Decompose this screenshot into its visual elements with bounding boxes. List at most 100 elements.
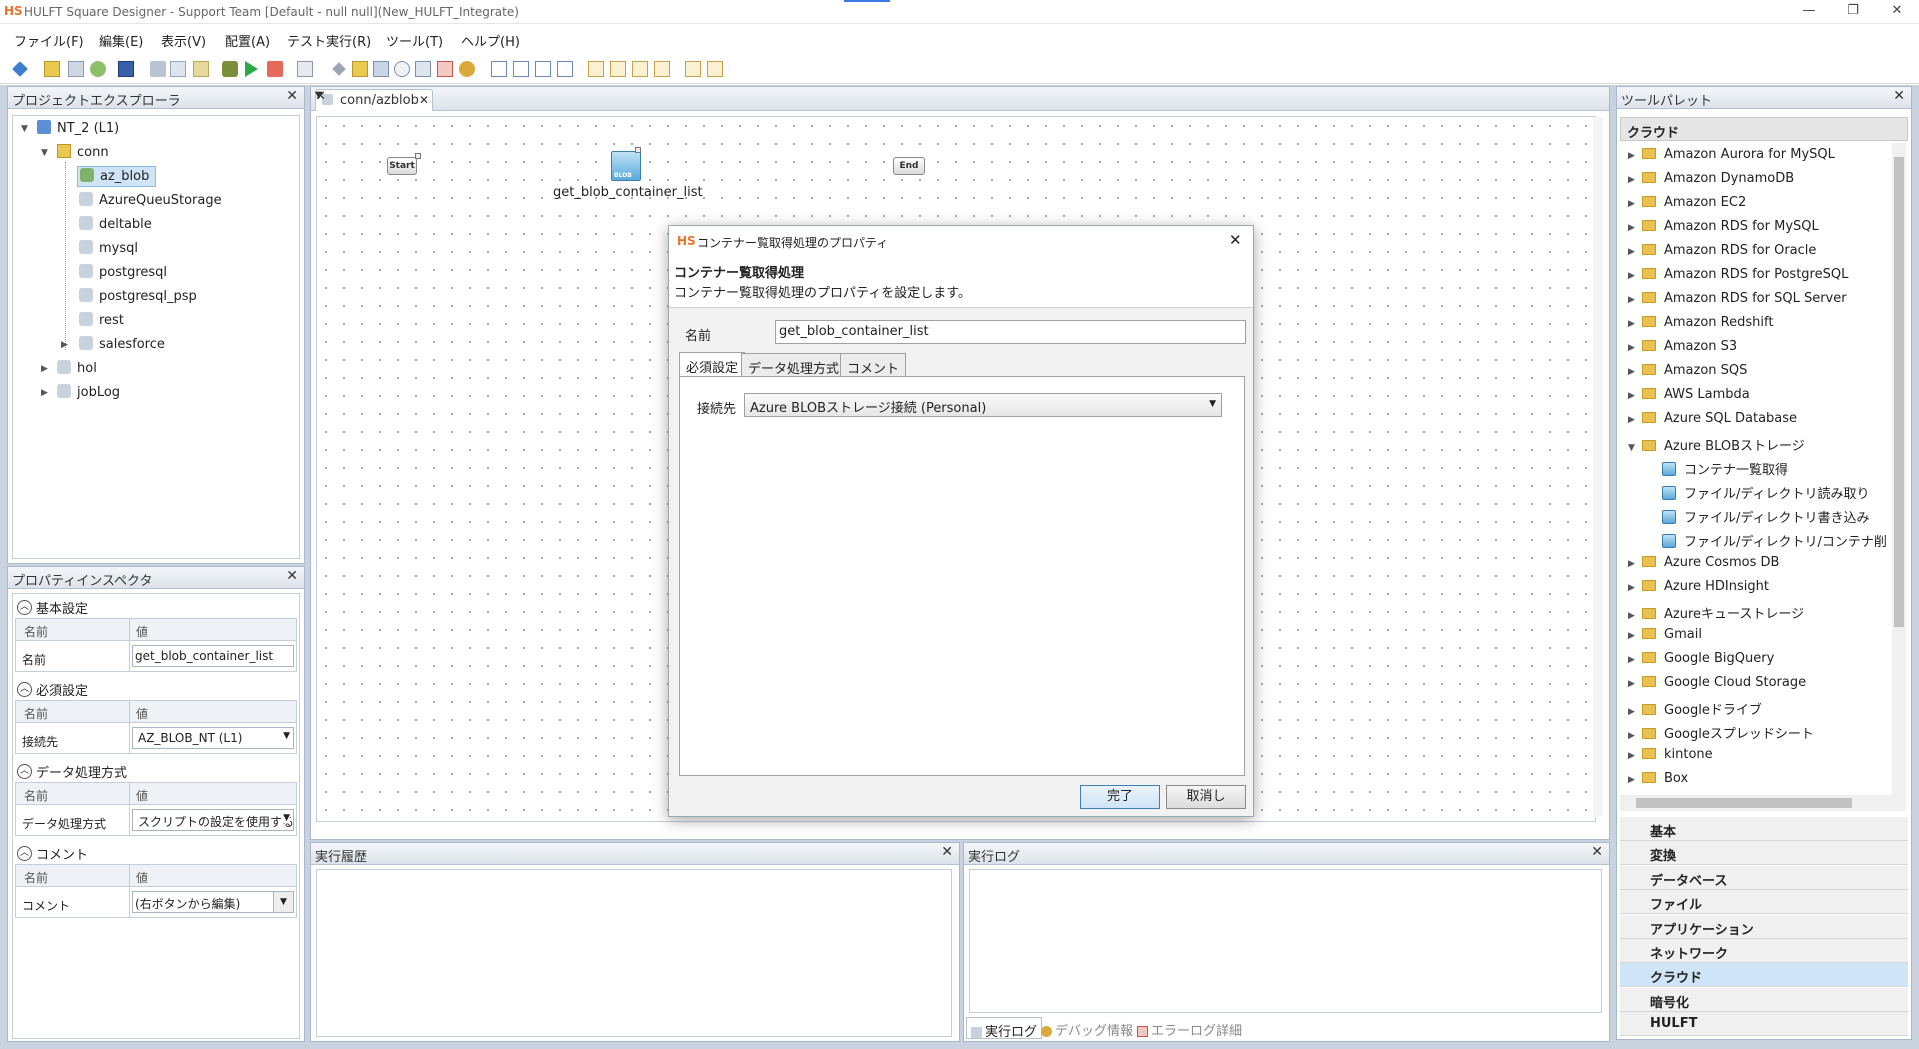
grid-icon[interactable] [297, 61, 313, 77]
palette-folder-item[interactable]: ▶ Amazon S3 [1620, 339, 1737, 354]
open-folder-icon[interactable] [352, 61, 368, 77]
palette-category[interactable]: データベース [1620, 865, 1908, 890]
log-tab-error[interactable]: エラーログ詳細 [1133, 1017, 1246, 1039]
cut-icon[interactable] [150, 61, 166, 77]
prop-connection-select[interactable]: AZ_BLOB_NT (L1) ▼ [132, 727, 294, 749]
tree-root-item[interactable]: NT_2 (L1) [37, 120, 119, 136]
debug-icon[interactable] [222, 61, 238, 77]
tree-item-salesforce[interactable]: salesforce [79, 336, 165, 352]
prop-comment-field[interactable]: (右ボタンから編集) ▼ [132, 891, 294, 913]
collapse-arrow-icon[interactable]: ▶ [1620, 151, 1642, 161]
connection-select[interactable]: Azure BLOBストレージ接続 (Personal) ▼ [744, 393, 1222, 417]
project-explorer-close-icon[interactable]: ✕ [286, 88, 298, 104]
palette-folder-item[interactable]: ▶ Amazon EC2 [1620, 195, 1746, 210]
log-tab-debug[interactable]: デバッグ情報 [1037, 1017, 1137, 1039]
collapse-arrow-icon[interactable]: ▶ [1620, 415, 1642, 425]
align-left-icon[interactable] [491, 61, 507, 77]
dialog-close-icon[interactable]: ✕ [1229, 231, 1242, 249]
tree-item-deltable[interactable]: deltable [79, 216, 152, 232]
collapse-arrow-icon[interactable]: ▶ [1620, 559, 1642, 569]
expand-arrow-icon[interactable]: ▼ [41, 148, 48, 158]
collapse-arrow-icon[interactable]: ▶ [1620, 707, 1642, 717]
palette-category[interactable]: 暗号化 [1620, 987, 1908, 1012]
blob-component-icon[interactable]: BLOB [611, 151, 641, 181]
palette-category[interactable]: ファイル [1620, 890, 1908, 915]
align-center-icon[interactable] [513, 61, 529, 77]
collapse-arrow-icon[interactable]: ▶ [1620, 295, 1642, 305]
collapse-arrow-icon[interactable]: ▶ [1620, 751, 1642, 761]
distribute-v-icon[interactable] [610, 61, 626, 77]
collapse-arrow-icon[interactable]: ▶ [1620, 223, 1642, 233]
variable-icon[interactable] [415, 61, 431, 77]
collapse-section-icon[interactable]: ︿ [17, 682, 32, 697]
expand-arrow-icon[interactable]: ▼ [21, 124, 28, 134]
copy-icon[interactable] [170, 61, 186, 77]
tree-item-postgresql[interactable]: postgresql [79, 264, 167, 280]
collapse-arrow-icon[interactable]: ▶ [1620, 343, 1642, 353]
stop-icon[interactable] [267, 61, 283, 77]
start-node[interactable]: Start [387, 157, 417, 175]
menu-test-run[interactable]: テスト実行(R) [287, 31, 371, 50]
collapse-arrow-icon[interactable]: ▶ [1620, 583, 1642, 593]
palette-folder-item[interactable]: ▶ Amazon RDS for Oracle [1620, 243, 1816, 258]
ok-button[interactable]: 完了 [1080, 785, 1160, 809]
prop-processing-select[interactable]: スクリプトの設定を使用する ▼ [132, 809, 294, 831]
collapse-arrow-icon[interactable]: ▶ [1620, 175, 1642, 185]
history-list[interactable] [316, 869, 952, 1037]
tree-item-postgresql-psp[interactable]: postgresql_psp [79, 288, 197, 304]
collapse-arrow-icon[interactable]: ▶ [1620, 731, 1642, 741]
palette-scroll-thumb[interactable] [1894, 157, 1904, 627]
section-required[interactable]: ︿ 必須設定 [13, 680, 88, 700]
prop-name-input[interactable]: get_blob_container_list [132, 645, 294, 667]
collapse-arrow-icon[interactable]: ▶ [1620, 367, 1642, 377]
same-height-icon[interactable] [654, 61, 670, 77]
collapse-arrow-icon[interactable]: ▶ [1620, 679, 1642, 689]
palette-category[interactable]: HULFT [1620, 1012, 1908, 1037]
palette-folder-item[interactable]: ▶ Amazon Aurora for MySQL [1620, 147, 1835, 162]
section-data-processing[interactable]: ︿ データ処理方式 [13, 762, 127, 782]
collapse-arrow-icon[interactable]: ▶ [1620, 319, 1642, 329]
tab-data-processing[interactable]: データ処理方式 [741, 353, 847, 377]
palette-component-item[interactable]: ファイル/ディレクトリ書き込み [1620, 507, 1869, 526]
tree-item-az-blob[interactable]: az_blob [77, 166, 157, 187]
calendar-icon[interactable] [437, 61, 453, 77]
palette-folder-item[interactable]: ▶ Box [1620, 771, 1688, 786]
navigate-icon[interactable] [12, 61, 28, 77]
end-node[interactable]: End [893, 157, 925, 175]
palette-folder-item[interactable]: ▶ Googleスプレッドシート [1620, 723, 1814, 742]
paste-icon[interactable] [193, 61, 209, 77]
palette-folder-item[interactable]: ▶ Googleドライブ [1620, 699, 1762, 718]
tab-comment[interactable]: コメント [840, 353, 907, 377]
tree-item-azurequeustorage[interactable]: AzureQueuStorage [79, 192, 222, 208]
tree-item-joblog[interactable]: jobLog [57, 384, 120, 400]
palette-folder-item[interactable]: ▼ Azure BLOBストレージ [1620, 435, 1805, 454]
expand-arrow-icon[interactable]: ▼ [1620, 443, 1642, 453]
wrench-icon[interactable] [332, 62, 346, 76]
collapse-arrow-icon[interactable]: ▶ [61, 340, 68, 350]
log-output[interactable] [969, 869, 1602, 1013]
collapse-arrow-icon[interactable]: ▶ [1620, 631, 1642, 641]
palette-category[interactable]: クラウド [1620, 963, 1908, 988]
palette-component-item[interactable]: ファイル/ディレクトリ/コンテナ削 [1620, 531, 1887, 550]
log-close-icon[interactable]: ✕ [1591, 844, 1603, 860]
align-right-icon[interactable] [535, 61, 551, 77]
palette-component-item[interactable]: ファイル/ディレクトリ読み取り [1620, 483, 1869, 502]
palette-folder-item[interactable]: ▶ AWS Lambda [1620, 387, 1750, 402]
collapse-arrow-icon[interactable]: ▶ [1620, 247, 1642, 257]
palette-folder-item[interactable]: ▶ Amazon RDS for SQL Server [1620, 291, 1847, 306]
tree-item-mysql[interactable]: mysql [79, 240, 138, 256]
log-tab-execution[interactable]: 実行ログ [966, 1017, 1043, 1040]
property-inspector-close-icon[interactable]: ✕ [286, 568, 298, 584]
history-close-icon[interactable]: ✕ [941, 844, 953, 860]
palette-folder-item[interactable]: ▶ Azure SQL Database [1620, 411, 1797, 426]
collapse-arrow-icon[interactable]: ▶ [1620, 655, 1642, 665]
collapse-arrow-icon[interactable]: ▶ [1620, 199, 1642, 209]
palette-folder-item[interactable]: ▶ Amazon DynamoDB [1620, 171, 1794, 186]
section-basic[interactable]: ︿ 基本設定 [13, 598, 88, 618]
bug-icon[interactable] [459, 61, 475, 77]
tree-item-hol[interactable]: hol [57, 360, 97, 376]
palette-folder-item[interactable]: ▶ Azure Cosmos DB [1620, 555, 1779, 570]
save-icon[interactable] [118, 61, 134, 77]
menu-edit[interactable]: 編集(E) [99, 31, 143, 50]
palette-folder-item[interactable]: ▶ Google Cloud Storage [1620, 675, 1806, 690]
